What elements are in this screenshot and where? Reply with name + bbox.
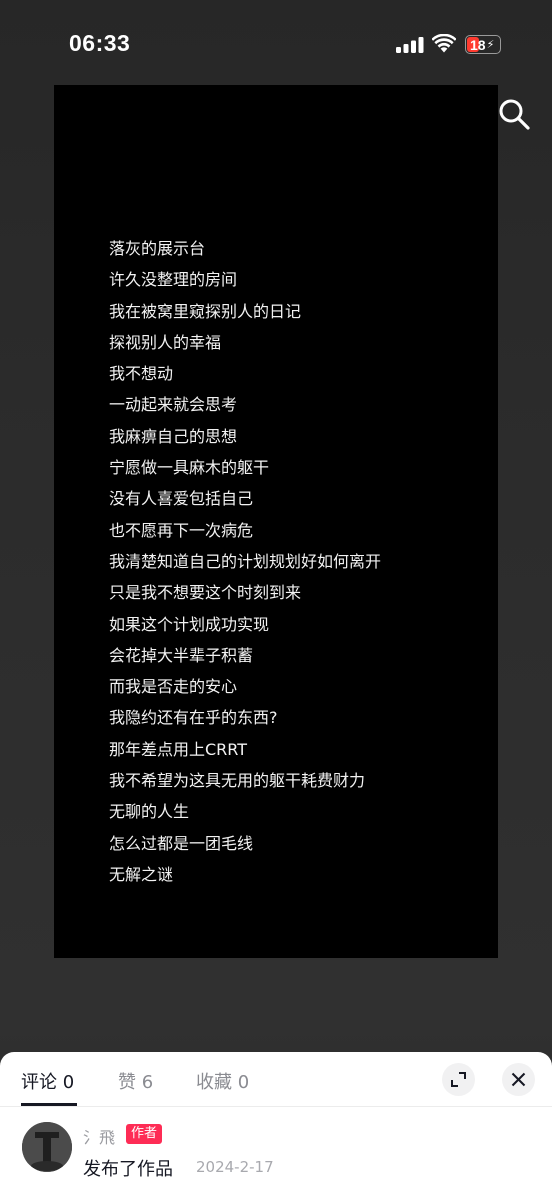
poem-line: 我不想动: [109, 364, 174, 384]
poem-line: 无聊的人生: [109, 802, 190, 822]
author-name[interactable]: 氵飛: [83, 1124, 115, 1148]
search-icon[interactable]: [497, 97, 531, 131]
post-date: 2024-2-17: [196, 1158, 274, 1176]
close-button[interactable]: [502, 1063, 535, 1096]
tab-comments[interactable]: 评论 0: [21, 1068, 74, 1094]
avatar-image: [22, 1122, 72, 1172]
status-bar: 06:33 18 ⚡: [0, 0, 552, 90]
poem-line: 落灰的展示台: [109, 239, 206, 258]
author-badge: 作者: [126, 1124, 163, 1144]
poem-line: 我清楚知道自己的计划规划好如何离开: [109, 551, 382, 571]
poem-card[interactable]: 落灰的展示台许久没整理的房间我在被窝里窥探别人的日记 探视别人的幸福 我不想动一动起…: [54, 85, 498, 958]
poem-line: 探视别人的幸福: [109, 332, 222, 352]
close-icon: [511, 1072, 526, 1087]
tab-favorites[interactable]: 收藏 0: [196, 1068, 249, 1094]
wifi-icon: [432, 34, 456, 53]
battery-indicator: 18 ⚡: [465, 35, 501, 54]
poem-line: 我隐约还有在乎的东西?: [109, 708, 278, 728]
poem-line: 只是我不想要这个时刻到来: [109, 583, 302, 603]
poem-line: 我麻痹自己的思想: [109, 426, 238, 446]
post-action-text: 发布了作品: [83, 1159, 173, 1180]
poem-line: 无解之谜: [109, 864, 174, 884]
poem-line: 没有人喜爱包括自己: [109, 489, 254, 509]
poem-line: 许久没整理的房间: [109, 270, 238, 290]
sheet-tabs: 评论 0 赞 6 收藏 0: [0, 1052, 552, 1108]
cellular-signal-icon: [396, 37, 424, 53]
expand-button[interactable]: [442, 1063, 475, 1096]
poem-line: 一动起来就会思考: [109, 395, 238, 415]
poem-line: 也不愿再下一次病危: [109, 520, 254, 540]
charging-bolt-icon: ⚡: [486, 38, 495, 51]
poem-line: 我不希望为这具无用的躯干耗费财力: [109, 771, 366, 791]
poem-line: 宁愿做一具麻木的躯干: [109, 458, 270, 478]
poem-text: 落灰的展示台许久没整理的房间我在被窝里窥探别人的日记 探视别人的幸福 我不想动一动起…: [109, 233, 489, 890]
tab-divider: [0, 1106, 552, 1107]
poem-line: 而我是否走的安心: [109, 677, 238, 697]
poem-line: 会花掉大半辈子积蓄: [109, 645, 254, 665]
poem-line: 那年差点用上CRRT: [109, 739, 248, 759]
expand-icon: [451, 1072, 466, 1087]
poem-line: 我在被窝里窥探别人的日记: [109, 301, 302, 321]
battery-percent: 18: [470, 36, 486, 53]
status-time: 06:33: [69, 30, 131, 56]
tab-likes[interactable]: 赞 6: [118, 1068, 153, 1094]
poem-line: 怎么过都是一团毛线: [109, 833, 254, 853]
comment-sheet: 评论 0 赞 6 收藏 0 氵飛 作者 发布了作品 2024-2-17: [0, 1052, 552, 1200]
poem-line: 如果这个计划成功实现: [109, 614, 270, 634]
author-avatar[interactable]: [22, 1122, 72, 1172]
